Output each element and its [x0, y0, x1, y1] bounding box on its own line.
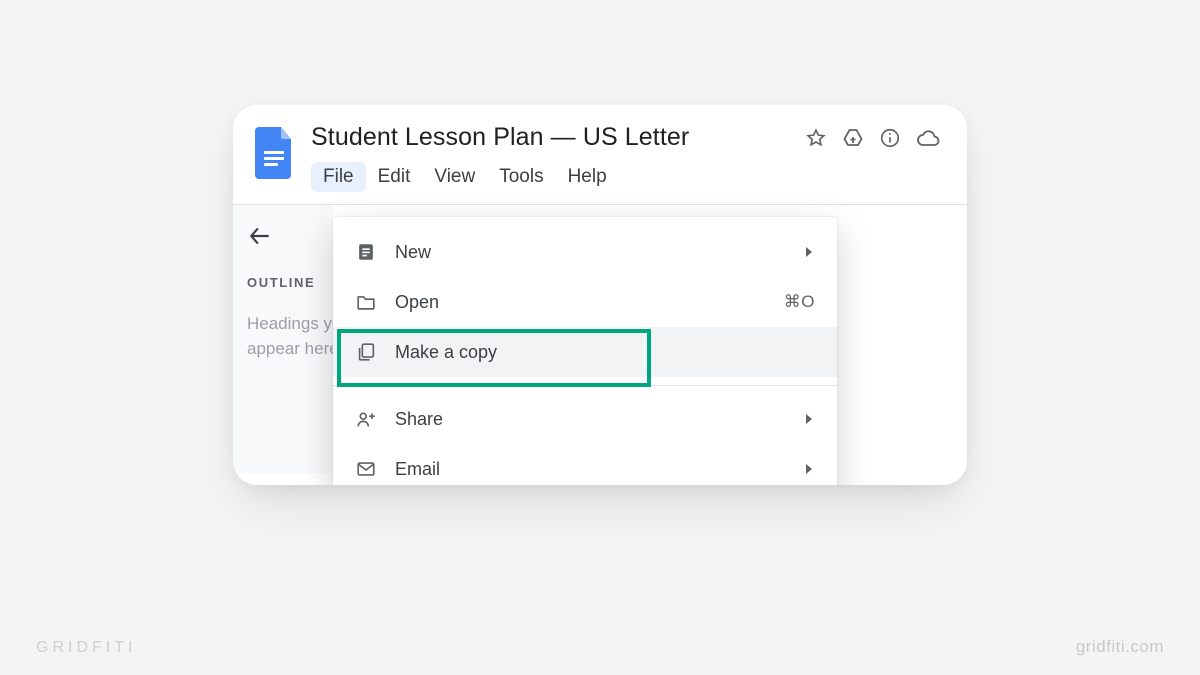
outline-hint-line: Headings you add to the document will	[247, 312, 319, 337]
menu-view[interactable]: View	[422, 162, 487, 192]
arrow-left-icon	[247, 223, 273, 249]
outline-hint-line: appear here.	[247, 337, 319, 362]
folder-icon	[355, 291, 377, 313]
google-docs-logo-icon	[255, 127, 295, 179]
menu-item-label: Share	[395, 409, 785, 430]
doc-new-icon	[355, 241, 377, 263]
menu-tools[interactable]: Tools	[487, 162, 555, 192]
file-menu-new[interactable]: New	[333, 227, 837, 277]
info-icon[interactable]	[879, 127, 901, 149]
drive-icon[interactable]	[841, 126, 865, 150]
document-title[interactable]: Student Lesson Plan — US Letter	[311, 123, 689, 152]
outline-heading: OUTLINE	[247, 275, 319, 290]
chevron-right-icon	[803, 246, 815, 258]
file-menu-share[interactable]: Share	[333, 394, 837, 444]
menu-help[interactable]: Help	[556, 162, 619, 192]
menu-item-label: New	[395, 242, 785, 263]
copy-icon	[355, 341, 377, 363]
back-button[interactable]	[247, 223, 319, 253]
file-menu-open[interactable]: Open ⌘O	[333, 277, 837, 327]
file-menu-make-a-copy[interactable]: Make a copy	[333, 327, 837, 377]
watermark-left: GRIDFITI	[36, 639, 136, 657]
chevron-right-icon	[803, 463, 815, 475]
menu-item-shortcut: ⌘O	[784, 292, 815, 312]
chevron-right-icon	[803, 413, 815, 425]
app-header: Student Lesson Plan — US Letter	[233, 105, 967, 192]
email-icon	[355, 458, 377, 480]
star-icon[interactable]	[805, 127, 827, 149]
cloud-saved-icon[interactable]	[915, 127, 941, 149]
menu-edit[interactable]: Edit	[366, 162, 423, 192]
menu-separator	[333, 385, 837, 386]
outline-sidebar: OUTLINE Headings you add to the document…	[233, 205, 333, 473]
file-menu-dropdown: New Open ⌘O Make a copy S	[333, 217, 837, 485]
outline-hint: Headings you add to the document will ap…	[247, 312, 319, 361]
menu-item-label: Email	[395, 459, 785, 480]
watermark-right: gridfiti.com	[1076, 637, 1164, 657]
title-row: Student Lesson Plan — US Letter	[311, 123, 941, 152]
menu-item-label: Make a copy	[395, 342, 815, 363]
google-docs-window: Student Lesson Plan — US Letter	[233, 105, 967, 485]
menu-item-label: Open	[395, 292, 766, 313]
share-icon	[355, 408, 377, 430]
menu-bar: File Edit View Tools Help	[311, 162, 941, 192]
file-menu-email[interactable]: Email	[333, 444, 837, 485]
menu-file[interactable]: File	[311, 162, 366, 192]
